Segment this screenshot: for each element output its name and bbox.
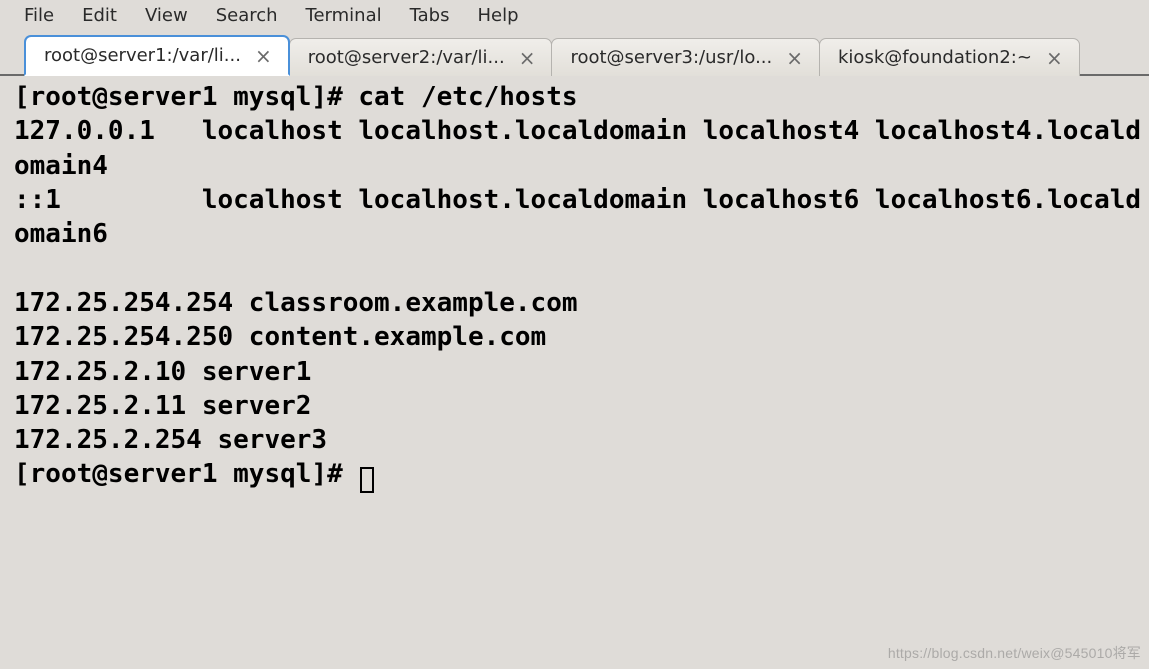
shell-prompt: [root@server1 mysql]# xyxy=(14,82,358,112)
output-line: ::1 localhost localhost.localdomain loca… xyxy=(14,185,1141,249)
shell-prompt: [root@server1 mysql]# xyxy=(14,459,358,489)
tab-label: root@server2:/var/li... xyxy=(308,47,505,68)
tabbar: root@server1:/var/li... × root@server2:/… xyxy=(0,35,1149,76)
tab-server3[interactable]: root@server3:/usr/lo... × xyxy=(551,38,820,76)
menubar: File Edit View Search Terminal Tabs Help xyxy=(0,0,1149,35)
menu-terminal[interactable]: Terminal xyxy=(294,2,394,29)
menu-view[interactable]: View xyxy=(133,2,200,29)
menu-edit[interactable]: Edit xyxy=(70,2,129,29)
tab-label: kiosk@foundation2:~ xyxy=(838,47,1032,68)
cursor-icon xyxy=(360,467,374,493)
output-line: 172.25.254.250 content.example.com xyxy=(14,322,546,352)
output-line: 172.25.2.11 server2 xyxy=(14,391,311,421)
terminal-output[interactable]: [root@server1 mysql]# cat /etc/hosts 127… xyxy=(0,76,1149,665)
close-icon[interactable]: × xyxy=(784,48,805,68)
menu-tabs[interactable]: Tabs xyxy=(398,2,462,29)
output-line: 172.25.254.254 classroom.example.com xyxy=(14,288,578,318)
tab-label: root@server3:/usr/lo... xyxy=(570,47,772,68)
menu-search[interactable]: Search xyxy=(204,2,290,29)
menu-file[interactable]: File xyxy=(12,2,66,29)
output-line: 127.0.0.1 localhost localhost.localdomai… xyxy=(14,116,1141,180)
close-icon[interactable]: × xyxy=(253,46,274,66)
watermark-text: https://blog.csdn.net/weix@545010将军 xyxy=(888,643,1141,663)
tab-label: root@server1:/var/li... xyxy=(44,45,241,66)
shell-command: cat /etc/hosts xyxy=(358,82,577,112)
tab-foundation2[interactable]: kiosk@foundation2:~ × xyxy=(819,38,1080,76)
output-line: 172.25.2.10 server1 xyxy=(14,357,311,387)
output-line: 172.25.2.254 server3 xyxy=(14,425,327,455)
close-icon[interactable]: × xyxy=(1044,48,1065,68)
menu-help[interactable]: Help xyxy=(465,2,530,29)
tab-server2[interactable]: root@server2:/var/li... × xyxy=(289,38,553,76)
close-icon[interactable]: × xyxy=(517,48,538,68)
tab-server1[interactable]: root@server1:/var/li... × xyxy=(24,35,290,76)
